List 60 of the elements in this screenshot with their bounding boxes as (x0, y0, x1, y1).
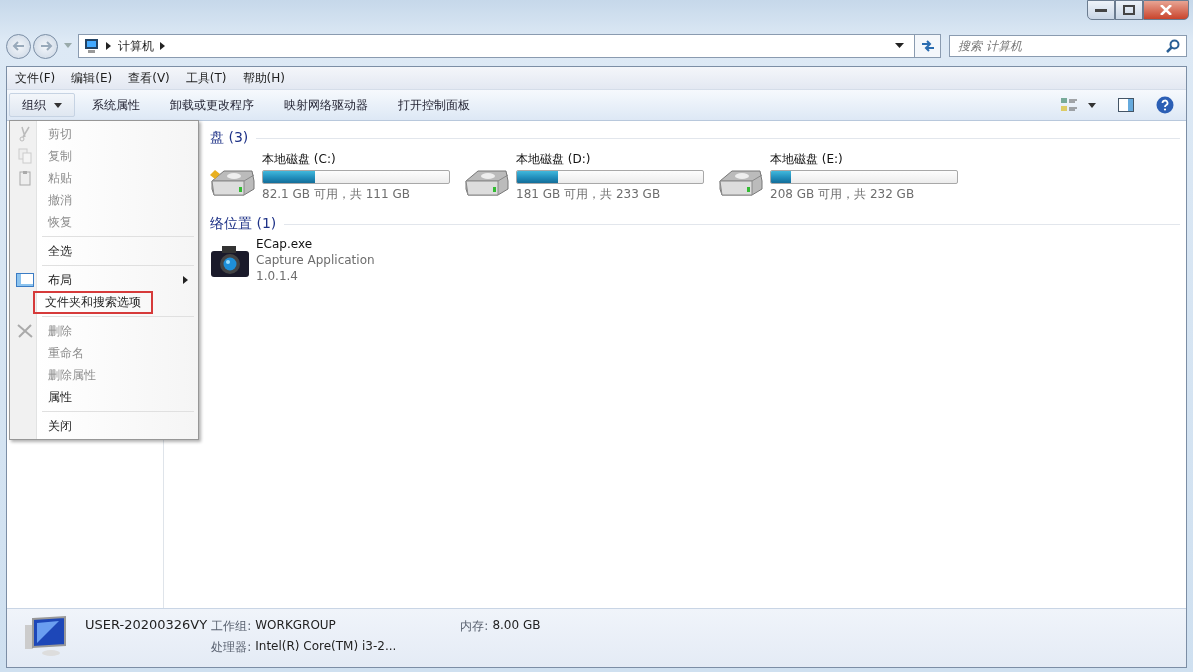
menu-option[interactable]: 布局 (44, 267, 76, 293)
scissors-icon (19, 126, 31, 142)
toolbar-button[interactable]: 打开控制面板 (385, 93, 483, 117)
drive-space: 181 GB 可用，共 233 GB (516, 186, 662, 203)
search-field[interactable]: 搜索 计算机 (949, 35, 1187, 57)
file-description: Capture Application (256, 253, 375, 267)
close-button[interactable] (1143, 0, 1189, 20)
field-value: 8.00 GB (492, 618, 541, 634)
dropdown-icon[interactable] (1088, 102, 1096, 108)
help-icon[interactable] (1156, 96, 1174, 114)
drive-name[interactable]: 本地磁盘 (E:) (770, 151, 958, 168)
camera-icon[interactable] (210, 243, 250, 279)
field-value: Intel(R) Core(TM) i3-2... (255, 639, 397, 655)
menu-item[interactable]: 文件(F) (15, 69, 56, 87)
maximize-icon (1123, 5, 1135, 15)
refresh-button[interactable] (914, 35, 940, 57)
address-bar[interactable]: 计算机 (78, 34, 941, 58)
file-name[interactable]: ECap.exe (256, 237, 375, 251)
drive-name[interactable]: 本地磁盘 (C:) (262, 151, 450, 168)
drive-name[interactable]: 本地磁盘 (D:) (516, 151, 704, 168)
delete-icon (17, 324, 33, 338)
dropdown-icon[interactable] (895, 43, 904, 49)
layout-icon (16, 273, 34, 287)
preview-pane-icon[interactable] (1118, 98, 1134, 112)
breadcrumb-arrow-icon[interactable] (106, 42, 112, 50)
field-label: 工作组: (211, 618, 252, 635)
menu-item[interactable]: 帮助(H) (242, 69, 285, 87)
group-header[interactable]: 盘 (3) (210, 129, 249, 147)
menu-option[interactable]: 关闭 (44, 413, 76, 439)
field-label: 内存: (460, 618, 489, 635)
breadcrumb[interactable]: 计算机 (118, 37, 154, 55)
minimize-icon (1094, 7, 1108, 13)
close-icon (1160, 5, 1172, 15)
menu-item[interactable]: 编辑(E) (71, 69, 113, 87)
toolbar-button[interactable]: 卸载或更改程序 (157, 93, 267, 117)
field-label: 处理器: (211, 639, 252, 656)
file-version: 1.0.1.4 (256, 269, 299, 283)
back-arrow-icon (11, 41, 26, 51)
toolbar-button[interactable]: 映射网络驱动器 (271, 93, 381, 117)
drive-space: 208 GB 可用，共 232 GB (770, 186, 916, 203)
group-header[interactable]: 络位置 (1) (210, 215, 277, 233)
forward-arrow-icon (38, 41, 53, 51)
computer-icon (23, 615, 69, 657)
toolbar-button[interactable]: 组织 (9, 93, 75, 117)
search-icon[interactable] (1166, 39, 1180, 53)
menu-option[interactable]: 全选 (44, 238, 76, 264)
menu-option[interactable]: 文件夹和搜索选项 (33, 290, 153, 314)
menu-item[interactable]: 查看(V) (128, 69, 170, 87)
minimize-button[interactable] (1087, 0, 1115, 20)
field-value: WORKGROUP (255, 618, 337, 634)
copy-icon (18, 148, 32, 164)
breadcrumb-arrow-icon[interactable] (160, 42, 166, 50)
computer-icon (82, 38, 100, 54)
clipboard-icon (19, 170, 31, 186)
toolbar-button[interactable]: 系统属性 (79, 93, 153, 117)
refresh-icon (919, 40, 936, 52)
maximize-button[interactable] (1115, 0, 1143, 20)
computer-name: USER-20200326VY (85, 617, 208, 632)
drive-space: 82.1 GB 可用，共 111 GB (262, 186, 411, 203)
menu-item[interactable]: 工具(T) (185, 69, 227, 87)
